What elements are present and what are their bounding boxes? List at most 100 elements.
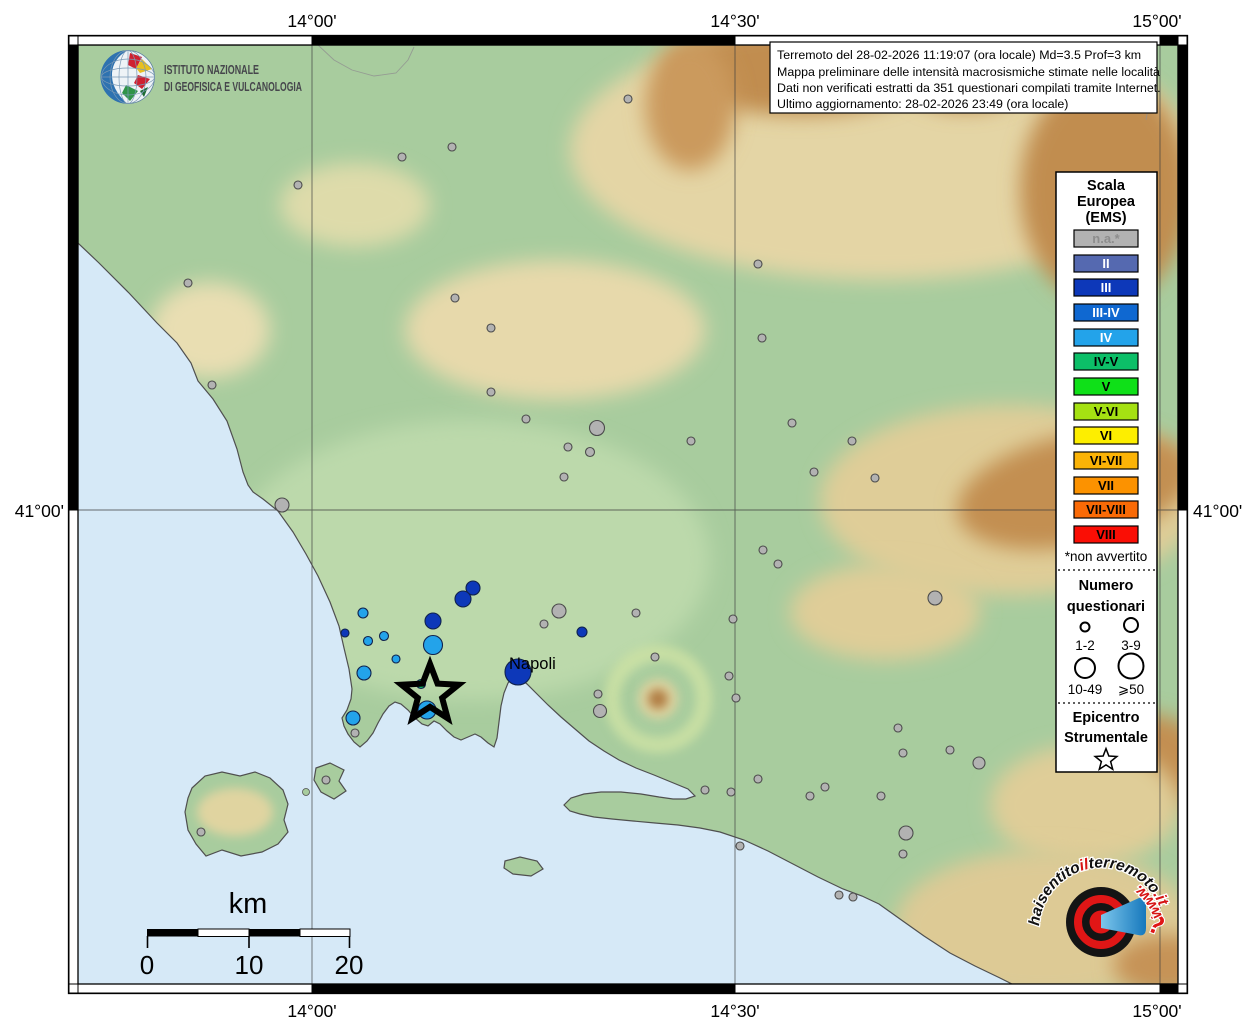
map-data-point-na [651, 653, 659, 661]
map-data-point-na [522, 415, 530, 423]
map-data-point-na [197, 828, 205, 836]
map-data-point-IV [392, 655, 400, 663]
map-canvas: Napoli km 0 10 20 ? [0, 0, 1258, 1024]
map-data-point-na [871, 474, 879, 482]
map-data-point-na [701, 786, 709, 794]
legend-size-label-1: 1-2 [1075, 638, 1095, 653]
map-data-point-na [564, 443, 572, 451]
city-label-napoli: Napoli [509, 655, 556, 673]
map-data-point-na [928, 591, 942, 605]
lat-label-left: 41°00' [15, 501, 64, 521]
legend-questionnaire-title-2: questionari [1067, 599, 1145, 615]
lon-label-top-14-00: 14°00' [287, 11, 336, 31]
ingv-name-line2: DI GEOFISICA E VULCANOLOGIA [164, 79, 302, 94]
legend-questionnaire-title-1: Numero [1079, 578, 1134, 594]
map-data-point-na [594, 705, 607, 718]
legend-epicenter-title-1: Epicentro [1073, 710, 1140, 726]
map-data-point-IV [424, 636, 443, 655]
scale-bar-segment [249, 929, 300, 937]
info-line-mapdesc: Mappa preliminare delle intensità macros… [777, 65, 1160, 79]
map-data-point-na [448, 143, 456, 151]
map-data-point-na [687, 437, 695, 445]
legend-swatch-label: VII-VIII [1086, 502, 1126, 517]
map-data-point-na [632, 609, 640, 617]
map-data-point-na [586, 448, 595, 457]
map-data-point-III [577, 627, 587, 637]
map-data-point-na [894, 724, 902, 732]
info-line-update: Ultimo aggiornamento: 28-02-2026 23:49 (… [777, 97, 1068, 111]
legend-swatch-label: V-VI [1094, 404, 1119, 419]
map-data-point-na [322, 776, 330, 784]
map-data-point-na [732, 694, 740, 702]
map-data-point-III [425, 613, 441, 629]
scale-tick-10: 10 [235, 950, 264, 980]
map-data-point-na [754, 260, 762, 268]
scale-bar-segment [147, 929, 198, 937]
map-data-point-na [275, 498, 289, 512]
map-data-point-na [774, 560, 782, 568]
lon-label-bottom-14-00: 14°00' [287, 1001, 336, 1021]
legend-swatch-label: VI [1100, 428, 1112, 443]
map-data-point-III [341, 629, 349, 637]
legend-swatch-label: V [1102, 379, 1111, 394]
ingv-globe-icon [101, 51, 155, 104]
map-data-point-na [727, 788, 735, 796]
map-area: Napoli km 0 10 20 ? [78, 20, 1223, 1000]
map-data-point-na [899, 826, 913, 840]
ingv-name-line1: ISTITUTO NAZIONALE [164, 62, 259, 77]
map-data-point-na [849, 893, 857, 901]
legend-swatch-label: VI-VII [1090, 453, 1123, 468]
scale-bar-segment [300, 929, 350, 937]
scale-tick-20: 20 [335, 950, 364, 980]
map-data-point-na [398, 153, 406, 161]
scale-tick-0: 0 [140, 950, 154, 980]
legend-size-label-3: 10-49 [1068, 682, 1103, 697]
map-data-point-na [294, 181, 302, 189]
legend-size-label-4: ⩾50 [1118, 682, 1144, 697]
legend-swatch-label: IV [1100, 330, 1113, 345]
legend-swatch-label: n.a.* [1092, 231, 1120, 246]
map-data-point-na [487, 324, 495, 332]
map-data-point-na [624, 95, 632, 103]
map-data-point-na [848, 437, 856, 445]
map-data-point-na [451, 294, 459, 302]
map-data-point-IV [358, 608, 368, 618]
map-data-point-IV [346, 711, 360, 725]
legend-title-2: Europea [1077, 194, 1136, 210]
map-data-point-na [736, 842, 744, 850]
map-data-point-na [552, 604, 566, 618]
legend-swatch-label: VII [1098, 478, 1114, 493]
map-data-point-IV [380, 632, 389, 641]
legend-swatch-label: II [1102, 256, 1109, 271]
map-data-point-na [806, 792, 814, 800]
map-data-point-na [899, 749, 907, 757]
map-data-point-na [725, 672, 733, 680]
map-data-point-na [810, 468, 818, 476]
lon-label-top-14-30: 14°30' [710, 11, 759, 31]
map-data-point-na [590, 421, 605, 436]
map-data-point-na [184, 279, 192, 287]
map-data-point-na [758, 334, 766, 342]
legend-size-label-2: 3-9 [1121, 638, 1141, 653]
legend-footnote: *non avvertito [1065, 549, 1148, 564]
map-data-point-na [754, 775, 762, 783]
legend-title-1: Scala [1087, 178, 1126, 194]
lon-label-top-15-00: 15°00' [1132, 11, 1181, 31]
vesuvius-crater [648, 689, 668, 709]
scale-bar-segment [198, 929, 249, 937]
island-vivara [303, 789, 310, 796]
lat-label-right: 41°00' [1193, 501, 1242, 521]
lon-label-bottom-15-00: 15°00' [1132, 1001, 1181, 1021]
legend-box: Scala Europea (EMS) n.a.* II III III-IV … [1056, 172, 1157, 772]
map-data-point-na [487, 388, 495, 396]
map-data-point-na [540, 620, 548, 628]
map-data-point-na [560, 473, 568, 481]
map-data-point-na [208, 381, 216, 389]
legend-swatch-label: III-IV [1092, 305, 1120, 320]
map-data-point-na [973, 757, 985, 769]
map-data-point-na [594, 690, 602, 698]
map-data-point-IV [364, 637, 373, 646]
map-data-point-na [729, 615, 737, 623]
map-data-point-na [788, 419, 796, 427]
legend-title-3: (EMS) [1085, 210, 1126, 226]
